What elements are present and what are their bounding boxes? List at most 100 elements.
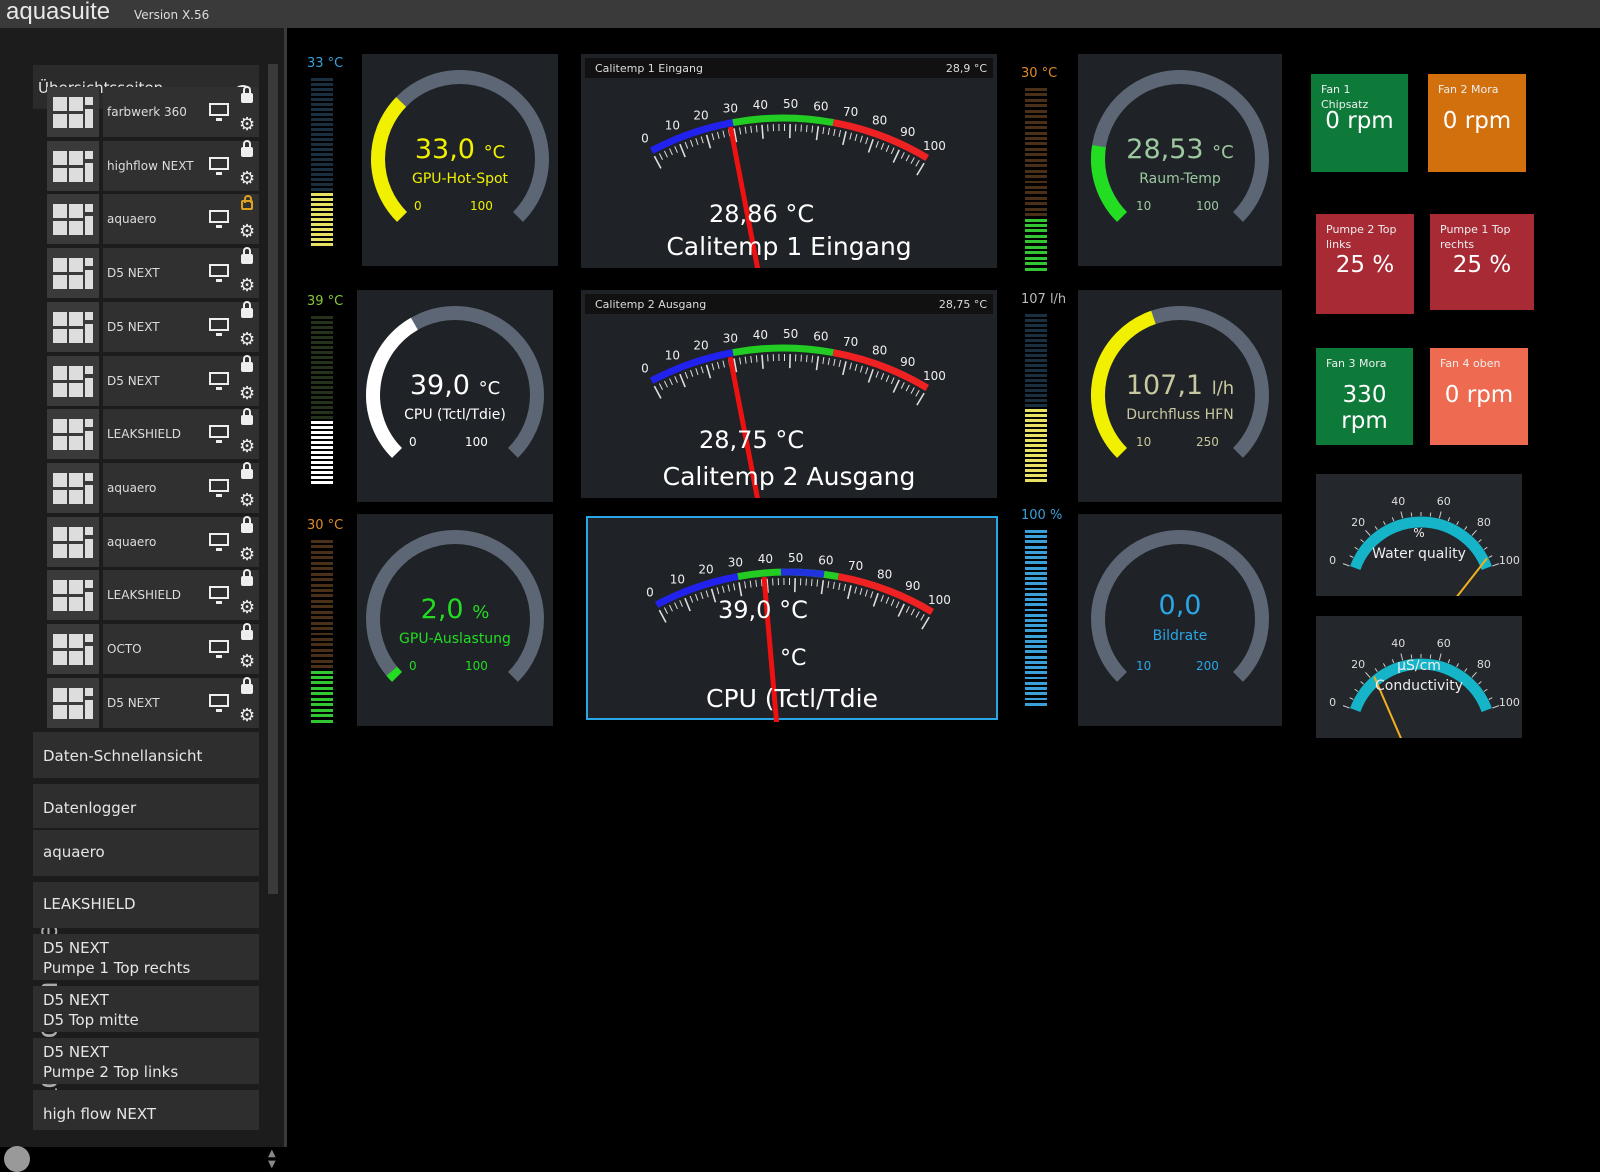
analog-tick	[869, 139, 874, 152]
sidebar-item-label: D5 NEXT	[38, 1042, 259, 1062]
level-bar-segment	[311, 158, 333, 161]
level-bar-segment	[311, 649, 333, 652]
analog-gauge-panel[interactable]: Calitemp 1 Eingang 28,9 °C01020304050607…	[581, 54, 997, 268]
monitor-icon[interactable]	[209, 586, 229, 599]
page-thumbnail-icon	[47, 194, 99, 244]
gear-icon[interactable]: ⚙	[239, 547, 255, 563]
sidebar-item[interactable]: Datenlogger	[33, 784, 259, 828]
sidebar-item[interactable]: high flow NEXT	[33, 1090, 259, 1130]
level-bar-segment	[311, 611, 333, 614]
monitor-icon[interactable]	[209, 157, 229, 170]
device-page-item[interactable]: D5 NEXT ⚙	[47, 356, 259, 406]
gauge-value: 0,0	[1078, 590, 1282, 621]
lock-icon[interactable]	[241, 415, 253, 425]
lock-icon[interactable]	[241, 576, 253, 586]
device-page-item[interactable]: LEAKSHIELD ⚙	[47, 570, 259, 620]
analog-gauge-panel[interactable]: Calitemp 2 Ausgang 28,75 °C0102030405060…	[581, 290, 997, 498]
gear-icon[interactable]: ⚙	[239, 439, 255, 455]
monitor-icon[interactable]	[209, 479, 229, 492]
gear-icon[interactable]: ⚙	[239, 332, 255, 348]
sidebar-item[interactable]: Daten-Schnellansicht	[33, 732, 259, 778]
sidebar-item[interactable]: aquaero	[33, 830, 259, 876]
value-tile[interactable]: Fan 1 Chipsatz 0 rpm	[1311, 74, 1408, 172]
gear-icon[interactable]: ⚙	[239, 708, 255, 724]
analog-tick	[654, 386, 661, 398]
gear-icon[interactable]: ⚙	[239, 600, 255, 616]
lock-icon[interactable]	[241, 308, 253, 318]
gear-icon[interactable]: ⚙	[239, 493, 255, 509]
device-page-item[interactable]: OCTO ⚙	[47, 624, 259, 674]
device-page-item[interactable]: D5 NEXT ⚙	[47, 302, 259, 352]
level-bar-segment	[311, 98, 333, 101]
device-page-item[interactable]: LEAKSHIELD ⚙	[47, 409, 259, 459]
scroll-down-icon[interactable]: ▲▼	[268, 1148, 276, 1170]
value-tile[interactable]: Fan 2 Mora 0 rpm	[1428, 74, 1526, 172]
sidebar-item[interactable]: D5 NEXT Pumpe 1 Top rechts	[33, 934, 259, 980]
monitor-icon[interactable]	[209, 533, 229, 546]
value-tile[interactable]: Fan 4 oben 0 rpm	[1430, 348, 1528, 445]
sidebar-item[interactable]: D5 NEXT Pumpe 2 Top links	[33, 1038, 259, 1084]
lock-icon[interactable]	[241, 362, 253, 372]
monitor-icon[interactable]	[209, 103, 229, 116]
lock-icon[interactable]	[241, 93, 253, 103]
monitor-icon[interactable]	[209, 264, 229, 277]
device-page-item[interactable]: aquaero ⚙	[47, 517, 259, 567]
gauge-min: 0	[414, 199, 422, 213]
device-page-item[interactable]: D5 NEXT ⚙	[47, 248, 259, 298]
gear-icon[interactable]: ⚙	[239, 278, 255, 294]
device-page-name: aquaero	[107, 212, 156, 226]
sidebar-scrollbar[interactable]	[268, 64, 278, 894]
device-page-item[interactable]: D5 NEXT ⚙	[47, 678, 259, 728]
value-tile[interactable]: Pumpe 1 Top rechts 25 %	[1430, 214, 1534, 310]
analog-tick	[712, 589, 716, 602]
level-bar-segment	[1025, 593, 1047, 596]
monitor-icon[interactable]	[209, 425, 229, 438]
level-bar-segment	[1025, 229, 1047, 232]
gear-icon[interactable]: ⚙	[239, 171, 255, 187]
sidebar-item[interactable]: D5 NEXT D5 Top mitte	[33, 986, 259, 1032]
monitor-icon[interactable]	[209, 372, 229, 385]
level-bar-segment	[1025, 661, 1047, 664]
gear-icon[interactable]: ⚙	[239, 224, 255, 240]
value-tile[interactable]: Fan 3 Mora 330 rpm	[1316, 348, 1413, 445]
level-bar-segment	[311, 208, 333, 211]
level-bar-segment	[311, 128, 333, 131]
lock-icon[interactable]	[241, 684, 253, 694]
level-bar-segment	[1025, 546, 1047, 549]
gear-icon[interactable]: ⚙	[239, 654, 255, 670]
device-page-item[interactable]: highflow NEXT ⚙	[47, 141, 259, 191]
lock-icon[interactable]	[241, 469, 253, 479]
analog-tick	[891, 378, 894, 384]
monitor-icon[interactable]	[209, 640, 229, 653]
device-page-item[interactable]: farbwerk 360 ⚙	[47, 87, 259, 137]
device-page-name: D5 NEXT	[107, 696, 160, 710]
device-page-body: highflow NEXT ⚙	[103, 141, 259, 191]
analog-tick	[685, 372, 687, 379]
level-bar-segment	[311, 93, 333, 96]
analog-tick	[745, 127, 746, 134]
gear-icon[interactable]: ⚙	[239, 117, 255, 133]
sidebar-item[interactable]: LEAKSHIELD	[33, 882, 259, 928]
lock-icon[interactable]	[241, 254, 253, 264]
analog-tick	[891, 148, 894, 154]
lock-icon[interactable]	[241, 200, 253, 210]
gear-icon[interactable]: ⚙	[239, 386, 255, 402]
device-page-item[interactable]: aquaero ⚙	[47, 194, 259, 244]
monitor-icon[interactable]	[209, 318, 229, 331]
lock-icon[interactable]	[241, 147, 253, 157]
analog-tick	[701, 592, 703, 599]
level-bar-segment	[1025, 399, 1047, 402]
level-bar-segment	[1025, 404, 1047, 407]
page-thumbnail-icon	[47, 141, 99, 191]
level-bar-segment	[311, 471, 333, 474]
monitor-icon[interactable]	[209, 210, 229, 223]
monitor-icon[interactable]	[209, 694, 229, 707]
analog-tick	[881, 143, 884, 150]
device-page-item[interactable]: aquaero ⚙	[47, 463, 259, 513]
analog-gauge-panel[interactable]: 010203040506070809010039,0 °C°CCPU (Tctl…	[586, 516, 998, 720]
level-bar-segment	[1025, 334, 1047, 337]
level-bar-segment	[1025, 159, 1047, 162]
lock-icon[interactable]	[241, 630, 253, 640]
value-tile[interactable]: Pumpe 2 Top links 25 %	[1316, 214, 1414, 314]
lock-icon[interactable]	[241, 523, 253, 533]
